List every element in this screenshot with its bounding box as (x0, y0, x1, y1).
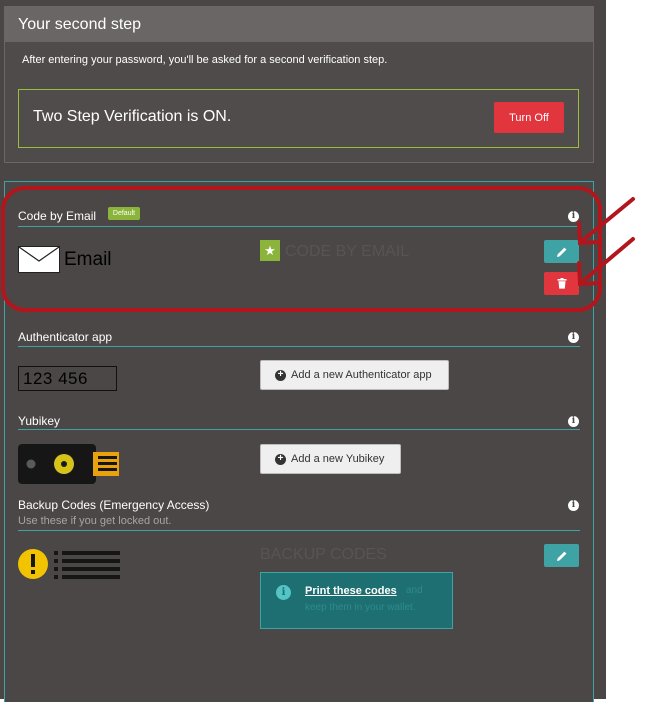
email-label: Email (64, 249, 112, 270)
info-circle-icon: i (276, 585, 291, 600)
section-divider (18, 429, 580, 430)
yubikey-icon (18, 444, 119, 484)
pencil-icon (556, 247, 566, 257)
info-icon[interactable]: i (568, 416, 579, 427)
edit-backup-button[interactable] (544, 544, 579, 567)
verification-status-text: Two Step Verification is ON. (33, 108, 232, 125)
plus-circle-icon: + (275, 369, 286, 381)
envelope-flap-icon (18, 246, 60, 262)
trash-icon (557, 278, 566, 289)
code-by-email-heading: CODE BY EMAIL (285, 243, 410, 260)
info-icon[interactable]: i (568, 332, 579, 343)
backup-method-title: Backup Codes (Emergency Access) (18, 498, 210, 512)
section-divider (18, 530, 580, 531)
turn-off-button[interactable]: Turn Off (494, 102, 564, 133)
two-step-settings-page: Your second step After entering your pas… (0, 0, 606, 702)
default-badge: Default (108, 207, 140, 220)
annotation-arrows (577, 197, 635, 287)
section-divider (18, 226, 580, 227)
yubikey-method-title: Yubikey (18, 414, 61, 428)
authenticator-code-sample: 123 456 (18, 366, 117, 391)
add-authenticator-button[interactable]: + Add a new Authenticator app (260, 360, 449, 390)
print-codes-rest: and (406, 585, 423, 596)
print-codes-line2: keep them in your wallet. (305, 602, 416, 613)
backup-codes-icon (18, 549, 120, 579)
add-authenticator-label: Add a new Authenticator app (291, 369, 432, 381)
verification-methods-panel: Code by Email Default i Email ★ CODE BY … (4, 181, 594, 702)
add-yubikey-label: Add a new Yubikey (291, 453, 385, 465)
info-icon[interactable]: i (568, 500, 579, 511)
pencil-icon (556, 551, 566, 561)
panel-description: After entering your password, you'll be … (22, 54, 388, 66)
envelope-icon (18, 246, 60, 273)
section-divider (18, 346, 580, 347)
plus-circle-icon: + (275, 453, 286, 465)
star-icon: ★ (260, 240, 280, 261)
backup-method-subtitle: Use these if you get locked out. (18, 515, 172, 527)
authenticator-method-title: Authenticator app (18, 330, 113, 344)
panel-header: Your second step (5, 7, 593, 42)
print-codes-callout: i Print these codes and keep them in you… (260, 572, 453, 629)
second-step-panel: Your second step After entering your pas… (4, 6, 594, 163)
verification-status-box: Two Step Verification is ON. Turn Off (18, 89, 579, 148)
backup-codes-heading: BACKUP CODES (260, 546, 387, 563)
print-codes-link[interactable]: Print these codes (305, 585, 397, 597)
email-method-title: Code by Email (18, 209, 97, 223)
add-yubikey-button[interactable]: + Add a new Yubikey (260, 444, 401, 474)
